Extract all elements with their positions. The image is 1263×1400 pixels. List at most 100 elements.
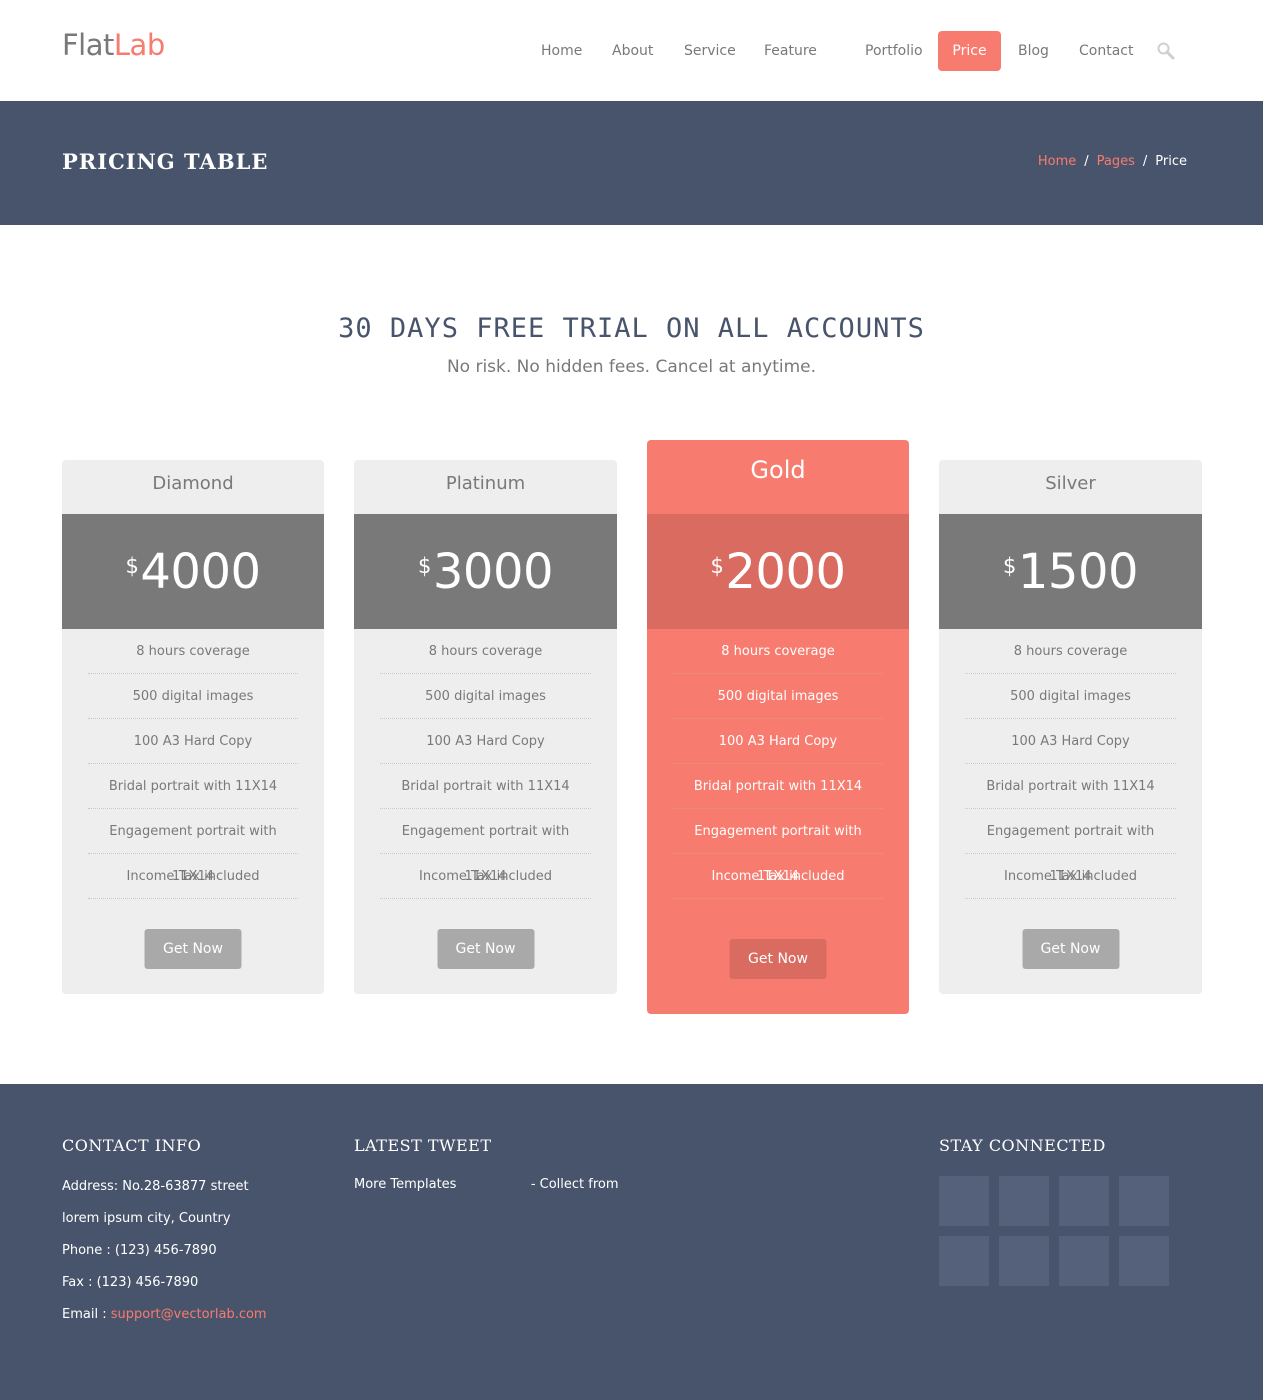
latest-tweet-heading: LATEST TWEET [354, 1136, 492, 1155]
pricing-card-silver: Silver $1500 8 hours coverage 500 digita… [939, 460, 1202, 994]
contact-address-line1: Address: No.28-63877 street [62, 1179, 249, 1194]
plan-price: $1500 [1002, 542, 1139, 602]
site-footer: CONTACT INFO Address: No.28-63877 street… [0, 1084, 1263, 1400]
nav-item-portfolio[interactable]: Portfolio [865, 31, 923, 71]
tweet-link-website[interactable]: Website [623, 1177, 675, 1192]
price-box: $4000 [62, 514, 324, 629]
tweet-text-part2: - Collect from [530, 1177, 619, 1192]
feature-item: Income Tax included [380, 854, 591, 899]
pricing-card-platinum: Platinum $3000 8 hours coverage 500 digi… [354, 460, 617, 994]
feature-item: Income Tax included [88, 854, 298, 899]
tweet-link-templates[interactable]: Templates [461, 1177, 527, 1192]
currency-symbol: $ [1002, 554, 1016, 578]
nav-item-price[interactable]: Price [938, 31, 1001, 71]
feature-item: 500 digital images [88, 674, 298, 719]
feature-item: 500 digital images [965, 674, 1176, 719]
nav-item-about[interactable]: About [612, 31, 653, 71]
page-banner: PRICING TABLE Home / Pages / Price [0, 101, 1263, 225]
social-icon[interactable] [1119, 1236, 1169, 1286]
breadcrumb-separator: / [1142, 154, 1148, 169]
price-box: $3000 [354, 514, 617, 629]
social-icon[interactable] [939, 1176, 989, 1226]
get-now-button-diamond[interactable]: Get Now [144, 929, 242, 969]
contact-email-row: Email : support@vectorlab.com [62, 1307, 267, 1322]
feature-item: Bridal portrait with 11X14 [673, 764, 883, 809]
stay-connected-heading: STAY CONNECTED [939, 1136, 1106, 1155]
page-title: PRICING TABLE [62, 149, 269, 174]
feature-item: Engagement portrait with 11X14 [380, 809, 591, 884]
feature-list: 8 hours coverage 500 digital images 100 … [380, 629, 591, 899]
get-now-button-gold[interactable]: Get Now [729, 939, 827, 979]
nav-item-blog[interactable]: Blog [1018, 31, 1049, 71]
nav-item-home[interactable]: Home [541, 31, 582, 71]
feature-item: Engagement portrait with 11X14 [88, 809, 298, 884]
currency-symbol: $ [710, 554, 724, 578]
get-now-button-platinum[interactable]: Get Now [437, 929, 534, 969]
feature-item: 100 A3 Hard Copy [965, 719, 1176, 764]
intro-subtitle: No risk. No hidden fees. Cancel at anyti… [446, 357, 817, 377]
price-amount: 4000 [140, 544, 261, 600]
feature-item: Income Tax included [673, 854, 883, 899]
pricing-card-diamond: Diamond $4000 8 hours coverage 500 digit… [62, 460, 324, 994]
breadcrumb-current: Price [1155, 154, 1187, 169]
plan-name: Gold [750, 456, 806, 484]
feature-item: 8 hours coverage [88, 629, 298, 674]
feature-item: Bridal portrait with 11X14 [380, 764, 591, 809]
social-icon[interactable] [1059, 1176, 1109, 1226]
feature-item: Bridal portrait with 11X14 [88, 764, 298, 809]
feature-item: 100 A3 Hard Copy [380, 719, 591, 764]
nav-item-contact[interactable]: Contact [1079, 31, 1133, 71]
social-icon[interactable] [939, 1236, 989, 1286]
social-icon[interactable] [1059, 1236, 1109, 1286]
plan-price: $3000 [417, 542, 554, 602]
feature-item: 500 digital images [673, 674, 883, 719]
contact-info-heading: CONTACT INFO [62, 1136, 202, 1155]
feature-item: 8 hours coverage [673, 629, 883, 674]
contact-address-line2: lorem ipsum city, Country [62, 1211, 231, 1226]
nav-item-service[interactable]: Service [684, 31, 736, 71]
social-icon[interactable] [999, 1236, 1049, 1286]
contact-email-label: Email : [62, 1307, 111, 1322]
intro-title: 30 DAYS FREE TRIAL ON ALL ACCOUNTS [338, 313, 925, 344]
tweet-text-part1: More Templates [354, 1177, 457, 1192]
search-icon[interactable] [1156, 41, 1176, 61]
breadcrumb: Home / Pages / Price [1038, 154, 1187, 169]
feature-item: Income Tax included [965, 854, 1176, 899]
plan-name: Silver [1045, 473, 1096, 494]
pricing-card-gold: Gold $2000 8 hours coverage 500 digital … [647, 440, 909, 1014]
contact-fax: Fax : (123) 456-7890 [62, 1275, 199, 1290]
site-header: FlatLab Home About Service Feature Portf… [0, 0, 1263, 101]
price-amount: 3000 [432, 544, 554, 600]
contact-email-link[interactable]: support@vectorlab.com [111, 1307, 267, 1322]
feature-item: 8 hours coverage [380, 629, 591, 674]
contact-phone: Phone : (123) 456-7890 [62, 1243, 217, 1258]
main-nav: Home About Service Feature Portfolio Pri… [0, 31, 1263, 71]
feature-list: 8 hours coverage 500 digital images 100 … [965, 629, 1176, 899]
tweet-text: More Templates Templates - Collect from … [354, 1177, 675, 1192]
plan-price: $4000 [125, 542, 261, 602]
currency-symbol: $ [125, 554, 139, 578]
breadcrumb-pages[interactable]: Pages [1097, 154, 1135, 169]
social-icon[interactable] [999, 1176, 1049, 1226]
feature-item: Engagement portrait with 11X14 [965, 809, 1176, 884]
plan-name: Platinum [445, 473, 526, 494]
nav-item-feature[interactable]: Feature [764, 31, 817, 71]
price-amount: 2000 [725, 544, 846, 600]
feature-item: 8 hours coverage [965, 629, 1176, 674]
feature-item: 100 A3 Hard Copy [88, 719, 298, 764]
feature-item: 100 A3 Hard Copy [673, 719, 883, 764]
price-box: $1500 [939, 514, 1202, 629]
feature-list: 8 hours coverage 500 digital images 100 … [673, 629, 883, 899]
feature-item: Engagement portrait with 11X14 [673, 809, 883, 884]
feature-item: Bridal portrait with 11X14 [965, 764, 1176, 809]
price-box: $2000 [647, 514, 909, 629]
feature-list: 8 hours coverage 500 digital images 100 … [88, 629, 298, 899]
get-now-button-silver[interactable]: Get Now [1022, 929, 1119, 969]
social-icon[interactable] [1119, 1176, 1169, 1226]
currency-symbol: $ [417, 554, 431, 578]
breadcrumb-home[interactable]: Home [1038, 154, 1076, 169]
price-amount: 1500 [1017, 544, 1139, 600]
feature-item: 500 digital images [380, 674, 591, 719]
plan-price: $2000 [710, 542, 846, 602]
plan-name: Diamond [152, 473, 234, 494]
